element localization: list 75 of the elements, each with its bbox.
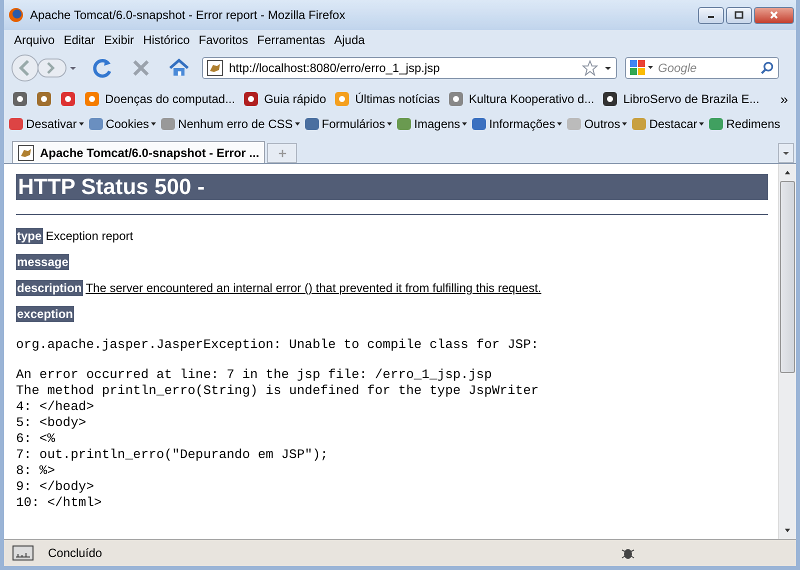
- minimize-button[interactable]: [698, 6, 724, 24]
- toolbar-menu[interactable]: Outros: [584, 116, 620, 130]
- monitor-icon: [12, 545, 34, 561]
- close-button[interactable]: [754, 6, 794, 24]
- menu-item[interactable]: Histórico: [143, 33, 190, 47]
- browser-tab[interactable]: Apache Tomcat/6.0-snapshot - Error ...: [12, 141, 266, 163]
- dropdown-icon[interactable]: [604, 64, 612, 72]
- bookmark-link[interactable]: LibroServo de Brazila E...: [623, 92, 760, 106]
- maximize-button[interactable]: [726, 6, 752, 24]
- caret-icon: [151, 122, 156, 126]
- caret-icon: [387, 122, 392, 126]
- caret-icon: [699, 122, 704, 126]
- window-title: Apache Tomcat/6.0-snapshot - Error report - Mozilla Firefox: [30, 8, 346, 22]
- bookmark-icon[interactable]: [243, 90, 260, 106]
- firefox-icon: [8, 7, 24, 23]
- search-placeholder: Google: [658, 61, 697, 75]
- caret-icon: [782, 149, 790, 157]
- plus-icon: [278, 148, 287, 158]
- page-heading: HTTP Status 500 -: [16, 174, 768, 200]
- menu-item[interactable]: Ferramentas: [257, 33, 326, 47]
- up-arrow-icon[interactable]: [784, 169, 791, 176]
- field-label: message: [16, 254, 70, 270]
- menu-item[interactable]: Arquivo: [14, 33, 55, 47]
- bookmark-link[interactable]: Guia rápido: [264, 92, 326, 106]
- bookmark-icon[interactable]: [602, 90, 618, 106]
- address-field[interactable]: http://localhost:8080/erro/erro_1_jsp.jsp: [202, 57, 617, 79]
- toolbar-icon[interactable]: [396, 116, 412, 132]
- toolbar-menu[interactable]: Desativar: [26, 116, 77, 130]
- close-icon: [769, 10, 779, 20]
- field-label: exception: [16, 306, 74, 322]
- menu-item[interactable]: Exibir: [104, 33, 134, 47]
- toolbar-menu[interactable]: Informações: [489, 116, 556, 130]
- caret-icon: [622, 122, 628, 126]
- toolbar-icon[interactable]: [471, 116, 488, 132]
- scrollbar[interactable]: [778, 164, 796, 539]
- tab-list-button[interactable]: [778, 143, 794, 163]
- url-text: http://localhost:8080/erro/erro_1_jsp.jsp: [229, 61, 440, 75]
- menu-item[interactable]: Editar: [64, 33, 96, 47]
- new-tab-button[interactable]: [267, 143, 298, 163]
- bookmark-link[interactable]: Últimas notícias: [355, 92, 440, 106]
- toolbar-icon[interactable]: [708, 116, 724, 132]
- search-field[interactable]: Google: [625, 57, 779, 79]
- status-text: Concluído: [48, 546, 102, 560]
- field-value: The server encountered an internal error () that prevented it from fulfilling this request.: [86, 281, 542, 295]
- stack-trace: An error occurred at line: 7 in the jsp file: /erro_1_jsp.jsp The method println_erro(String) is undefined for the type JspWriter 4: </head> 5: <body> 6: <% 7: out.println_erro("Depurando em JSP"); 8: %> 9: </body> 10: </html>: [16, 367, 540, 511]
- toolbar-menu[interactable]: Imagens: [414, 116, 460, 130]
- stack-trace: org.apache.jasper.JasperException: Unable to compile class for JSP:: [16, 337, 540, 353]
- field-value: Exception report: [46, 229, 134, 243]
- bookmark-icon[interactable]: [12, 90, 28, 106]
- star-icon[interactable]: [582, 60, 598, 76]
- bookmark-link[interactable]: Kultura Kooperativo d...: [468, 92, 594, 106]
- field-label: description: [16, 280, 83, 296]
- toolbar-icon[interactable]: [304, 116, 320, 132]
- reload-icon[interactable]: [92, 57, 114, 79]
- toolbar-menu[interactable]: Redimens: [726, 116, 780, 130]
- toolbar-icon[interactable]: [88, 116, 104, 132]
- toolbar-menu[interactable]: Destacar: [649, 116, 698, 130]
- caret-icon: [294, 122, 300, 126]
- toolbar-menu[interactable]: Cookies: [106, 116, 150, 130]
- caret-icon: [78, 122, 84, 126]
- toolbar-icon[interactable]: [160, 116, 176, 132]
- toolbar-menu[interactable]: Nenhum erro de CSS: [178, 116, 293, 130]
- menu-item[interactable]: Favoritos: [198, 33, 248, 47]
- google-icon[interactable]: [630, 60, 654, 76]
- maximize-icon: [734, 10, 744, 20]
- field-label: type: [16, 228, 43, 244]
- toolbar-icon[interactable]: [8, 116, 24, 132]
- menu-item[interactable]: Ajuda: [334, 33, 365, 47]
- search-icon[interactable]: [760, 61, 774, 75]
- bookmark-link[interactable]: Doenças do computad...: [105, 92, 236, 106]
- caret-icon: [462, 122, 468, 126]
- toolbar-menu[interactable]: Formulários: [322, 116, 386, 130]
- caret-icon: [557, 122, 562, 126]
- down-arrow-icon[interactable]: [784, 527, 791, 534]
- more-bookmarks-button[interactable]: »: [780, 90, 788, 106]
